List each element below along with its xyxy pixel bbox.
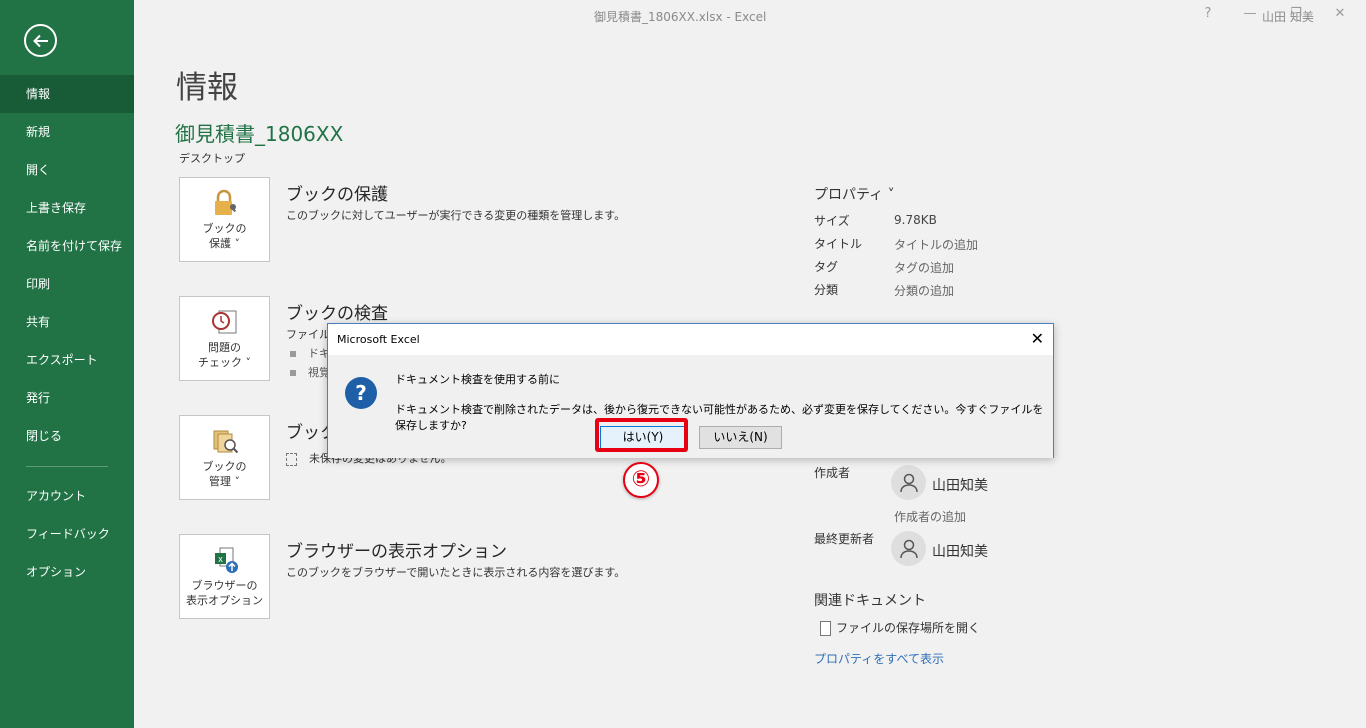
sidebar-item-print[interactable]: 印刷 (0, 265, 134, 303)
section-title-browser: ブラウザーの表示オプション (286, 542, 507, 562)
dialog-close-icon[interactable]: ✕ (1031, 329, 1044, 348)
svg-text:x: x (218, 554, 223, 564)
inspect-icon (211, 310, 236, 334)
prop-value-tags[interactable]: タグの追加 (894, 259, 954, 276)
sidebar-item-account[interactable]: アカウント (0, 477, 134, 515)
sidebar-divider (26, 466, 108, 467)
sidebar-item-info[interactable]: 情報 (0, 75, 134, 113)
tile-label-line1: ブラウザーの (191, 579, 258, 592)
prop-key-tags: タグ (814, 260, 839, 274)
section-title-inspect: ブックの検査 (286, 304, 388, 324)
question-icon: ? (345, 377, 377, 409)
highlight-box (595, 418, 688, 452)
dialog-title: Microsoft Excel (337, 333, 420, 346)
tile-label-line2: チェック ˅ (198, 356, 251, 369)
sidebar-item-save-as[interactable]: 名前を付けて保存 (0, 227, 134, 265)
last-modified-label: 最終更新者 (814, 532, 875, 546)
inspect-bullet: 視覚 (290, 364, 330, 380)
avatar-icon (891, 465, 926, 500)
file-name: 御見積書_1806XX (175, 122, 344, 146)
prop-value-title[interactable]: タイトルの追加 (894, 236, 978, 253)
manage-icon (213, 430, 238, 454)
restore-icon[interactable]: ❐ (1286, 6, 1306, 21)
open-file-location-link[interactable]: ファイルの保存場所を開く (820, 619, 980, 636)
title-bar: 御見積書_1806XX.xlsx - Excel 山田 知美 ? — ❐ ✕ (134, 0, 1366, 32)
prop-value-category[interactable]: 分類の追加 (894, 282, 954, 299)
browser-view-options-button[interactable]: x ブラウザーの 表示オプション (179, 534, 270, 619)
save-prompt-dialog: Microsoft Excel ✕ ? ドキュメント検査を使用する前に ドキュメ… (327, 323, 1054, 458)
manage-workbook-button[interactable]: ブックの 管理 ˅ (179, 415, 270, 500)
check-for-issues-button[interactable]: 問題の チェック ˅ (179, 296, 270, 381)
sidebar-item-new[interactable]: 新規 (0, 113, 134, 151)
sidebar-item-publish[interactable]: 発行 (0, 379, 134, 417)
tile-label-line1: 問題の (208, 341, 241, 354)
backstage-sidebar: 情報 新規 開く 上書き保存 名前を付けて保存 印刷 共有 エクスポート 発行 … (0, 0, 134, 728)
doc-icon (286, 452, 297, 466)
related-documents-title: 関連ドキュメント (814, 593, 926, 609)
sidebar-item-close[interactable]: 閉じる (0, 417, 134, 455)
prop-key-size: サイズ (814, 214, 850, 228)
sidebar-item-open[interactable]: 開く (0, 151, 134, 189)
tile-label-line2: 管理 ˅ (209, 475, 240, 488)
browser-options-icon: x (214, 547, 238, 573)
prop-key-title: タイトル (814, 237, 863, 251)
dialog-titlebar: Microsoft Excel ✕ (328, 324, 1053, 355)
document-icon (820, 621, 831, 636)
protect-workbook-button[interactable]: ブックの 保護 ˅ (179, 177, 270, 262)
add-author-link[interactable]: 作成者の追加 (894, 508, 966, 525)
prop-key-category: 分類 (814, 283, 839, 297)
sidebar-item-export[interactable]: エクスポート (0, 341, 134, 379)
lock-icon (214, 189, 236, 215)
open-file-location-label: ファイルの保存場所を開く (836, 621, 981, 635)
dialog-body: ? ドキュメント検査を使用する前に ドキュメント検査で削除されたデータは、後から… (328, 355, 1053, 458)
window-title: 御見積書_1806XX.xlsx - Excel (594, 10, 767, 24)
section-title-protect: ブックの保護 (286, 185, 388, 205)
close-window-icon[interactable]: ✕ (1330, 6, 1350, 21)
tile-label-line2: 表示オプション (186, 594, 263, 607)
prop-value-size: 9.78KB (894, 213, 937, 227)
dialog-heading: ドキュメント検査を使用する前に (395, 373, 560, 386)
sidebar-item-share[interactable]: 共有 (0, 303, 134, 341)
author-label: 作成者 (814, 466, 851, 480)
sidebar-item-save[interactable]: 上書き保存 (0, 189, 134, 227)
step-number-badge: ⑤ (623, 462, 659, 498)
page-title: 情報 (176, 70, 238, 106)
section-desc-protect: このブックに対してユーザーが実行できる変更の種類を管理します。 (286, 209, 626, 222)
properties-dropdown[interactable]: プロパティ ˅ (814, 184, 895, 204)
tile-label-line2: 保護 ˅ (209, 237, 240, 250)
file-location[interactable]: デスクトップ (179, 150, 245, 166)
tile-label-line1: ブックの (202, 460, 247, 473)
sidebar-item-feedback[interactable]: フィードバック (0, 515, 134, 553)
back-arrow-icon[interactable] (24, 24, 57, 57)
tile-label-line1: ブックの (202, 222, 247, 235)
minimize-icon[interactable]: — (1240, 6, 1260, 21)
show-all-properties-link[interactable]: プロパティをすべて表示 (814, 650, 944, 667)
sidebar-item-options[interactable]: オプション (0, 553, 134, 591)
last-modified-name: 山田知美 (932, 544, 988, 560)
section-desc-browser: このブックをブラウザーで開いたときに表示される内容を選びます。 (286, 566, 626, 579)
help-icon[interactable]: ? (1198, 6, 1218, 21)
avatar-icon (891, 531, 926, 566)
no-button[interactable]: いいえ(N) (699, 426, 782, 449)
inspect-bullet: ドキ (290, 345, 330, 361)
author-name: 山田知美 (932, 478, 988, 494)
